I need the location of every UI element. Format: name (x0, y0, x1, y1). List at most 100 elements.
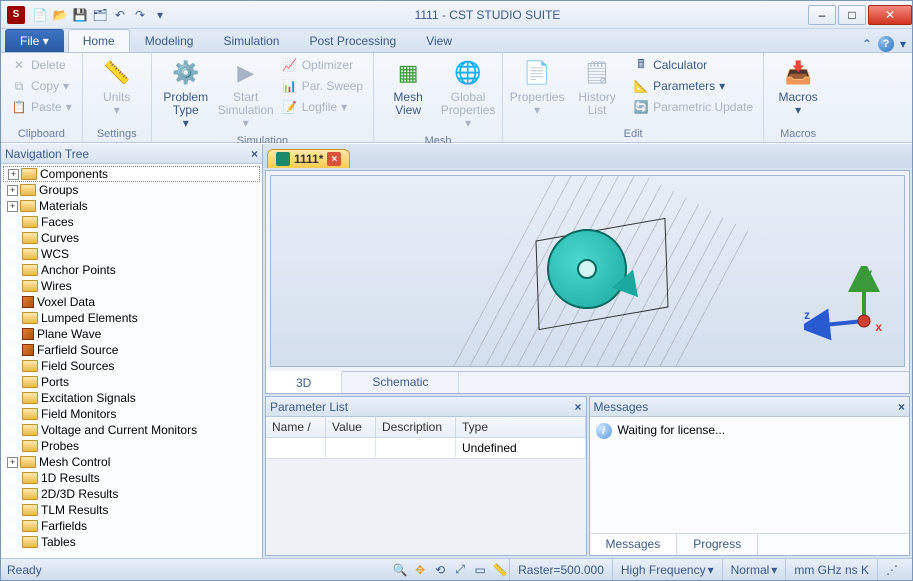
close-document-icon[interactable]: × (327, 152, 341, 166)
status-raster[interactable]: Raster=500.000 (509, 559, 612, 580)
units-button[interactable]: 📏 Units▾ (89, 55, 145, 119)
col-value[interactable]: Value (326, 417, 376, 437)
tab-home[interactable]: Home (68, 29, 130, 52)
problem-type-button[interactable]: ⚙️ Problem Type▾ (158, 55, 214, 133)
tree-item[interactable]: +Groups (3, 182, 260, 198)
status-frequency[interactable]: High Frequency▾ (612, 559, 722, 580)
view-tab-schematic[interactable]: Schematic (342, 372, 459, 393)
folder-icon (22, 536, 38, 548)
tab-progress[interactable]: Progress (677, 534, 758, 555)
axis-y-label: y (865, 266, 872, 280)
select-icon[interactable]: ▭ (471, 562, 489, 578)
pan-icon[interactable]: ✥ (411, 562, 429, 578)
expand-icon (7, 409, 20, 420)
tab-messages[interactable]: Messages (590, 534, 678, 555)
tree-item[interactable]: 2D/3D Results (3, 486, 260, 502)
history-list-button[interactable]: 🗒 History List (569, 55, 625, 119)
parameters-button[interactable]: 📐Parameters ▾ (629, 76, 757, 96)
tree-item[interactable]: +Materials (3, 198, 260, 214)
col-type[interactable]: Type (456, 417, 586, 437)
help-icon[interactable]: ? (878, 36, 894, 52)
zoom-extents-icon[interactable]: 🔍 (391, 562, 409, 578)
tree-item[interactable]: + Mesh Control (3, 454, 260, 470)
new-icon[interactable]: 📄 (31, 6, 49, 24)
par-sweep-button[interactable]: 📊Par. Sweep (278, 76, 367, 96)
ribbon-help[interactable]: ⌃ ? ▾ (856, 36, 912, 52)
status-units[interactable]: mm GHz ns K (785, 559, 877, 580)
minimize-button[interactable]: – (808, 5, 836, 25)
tab-simulation[interactable]: Simulation (208, 29, 294, 52)
messages-tabs: Messages Progress (590, 533, 910, 555)
tree-item[interactable]: Faces (3, 214, 260, 230)
expand-icon[interactable]: + (7, 457, 18, 468)
parameter-row[interactable]: Undefined (266, 438, 586, 459)
col-description[interactable]: Description (376, 417, 456, 437)
tree-item[interactable]: Curves (3, 230, 260, 246)
tree-item[interactable]: Excitation Signals (3, 390, 260, 406)
view-tab-3d[interactable]: 3D (266, 371, 342, 393)
optimizer-button[interactable]: 📈Optimizer (278, 55, 367, 75)
status-normal[interactable]: Normal▾ (722, 559, 786, 580)
tree-item[interactable]: Field Monitors (3, 406, 260, 422)
tree-item[interactable]: Ports (3, 374, 260, 390)
status-resize-grip[interactable]: ⋰ (877, 559, 906, 580)
parameter-body[interactable]: Undefined (266, 438, 586, 555)
col-name[interactable]: Name / (266, 417, 326, 437)
tree-item[interactable]: WCS (3, 246, 260, 262)
tree-item[interactable]: Field Sources (3, 358, 260, 374)
paste-button[interactable]: 📋Paste ▾ (7, 97, 76, 117)
close-panel-icon[interactable]: × (898, 400, 905, 414)
tree-item[interactable]: Voltage and Current Monitors (3, 422, 260, 438)
tree-item[interactable]: Voxel Data (3, 294, 260, 310)
delete-button[interactable]: ✕Delete (7, 55, 76, 75)
calculator-button[interactable]: 🖩Calculator (629, 55, 757, 75)
tree-item-label: 1D Results (41, 471, 100, 485)
tree-item-label: Mesh Control (39, 455, 110, 469)
copy-button[interactable]: ⧉Copy ▾ (7, 76, 76, 96)
tree-item-label: Field Sources (41, 359, 114, 373)
tree-item[interactable]: Probes (3, 438, 260, 454)
rotate-icon[interactable]: ⟲ (431, 562, 449, 578)
tree-item[interactable]: Tables (3, 534, 260, 550)
start-simulation-button[interactable]: ▶ Start Simulation▾ (218, 55, 274, 133)
global-properties-button[interactable]: 🌐 Global Properties▾ (440, 55, 496, 133)
parametric-update-button[interactable]: 🔄Parametric Update (629, 97, 757, 117)
expand-icon[interactable]: + (8, 169, 19, 180)
close-button[interactable]: ✕ (868, 5, 912, 25)
tab-modeling[interactable]: Modeling (130, 29, 209, 52)
tree-item-label: WCS (41, 247, 69, 261)
tree-item[interactable]: Lumped Elements (3, 310, 260, 326)
expand-icon[interactable]: + (7, 185, 18, 196)
open-icon[interactable]: 📂 (51, 6, 69, 24)
mesh-view-button[interactable]: ▦ Mesh View (380, 55, 436, 119)
expand-icon[interactable]: + (7, 201, 18, 212)
close-panel-icon[interactable]: × (574, 400, 581, 414)
navigation-tree[interactable]: +Components+Groups+MaterialsFacesCurvesW… (1, 164, 262, 558)
save-all-icon[interactable]: 🗂 (91, 6, 109, 24)
tree-item[interactable]: Farfield Source (3, 342, 260, 358)
macros-button[interactable]: 📥 Macros▾ (770, 55, 826, 119)
properties-button[interactable]: 📄 Properties▾ (509, 55, 565, 119)
tree-item[interactable]: +Components (3, 166, 260, 182)
qat-dropdown-icon[interactable]: ▾ (151, 6, 169, 24)
tab-view[interactable]: View (411, 29, 467, 52)
tree-item[interactable]: TLM Results (3, 502, 260, 518)
zoom-icon[interactable]: ⤢ (451, 562, 469, 578)
measure-icon[interactable]: 📏 (491, 562, 509, 578)
3d-viewport[interactable]: y z x (270, 175, 905, 367)
redo-icon[interactable]: ↷ (131, 6, 149, 24)
maximize-button[interactable]: □ (838, 5, 866, 25)
save-icon[interactable]: 💾 (71, 6, 89, 24)
tab-post-processing[interactable]: Post Processing (294, 29, 411, 52)
tree-item[interactable]: 1D Results (3, 470, 260, 486)
collapse-ribbon-icon[interactable]: ⌃ (862, 37, 872, 51)
tree-item[interactable]: Plane Wave (3, 326, 260, 342)
tab-file[interactable]: File ▾ (5, 29, 64, 52)
tree-item[interactable]: Farfields (3, 518, 260, 534)
document-tab[interactable]: 1111* × (267, 149, 350, 168)
close-panel-icon[interactable]: × (251, 147, 258, 161)
logfile-button[interactable]: 📝Logfile ▾ (278, 97, 367, 117)
tree-item[interactable]: Wires (3, 278, 260, 294)
tree-item[interactable]: Anchor Points (3, 262, 260, 278)
undo-icon[interactable]: ↶ (111, 6, 129, 24)
